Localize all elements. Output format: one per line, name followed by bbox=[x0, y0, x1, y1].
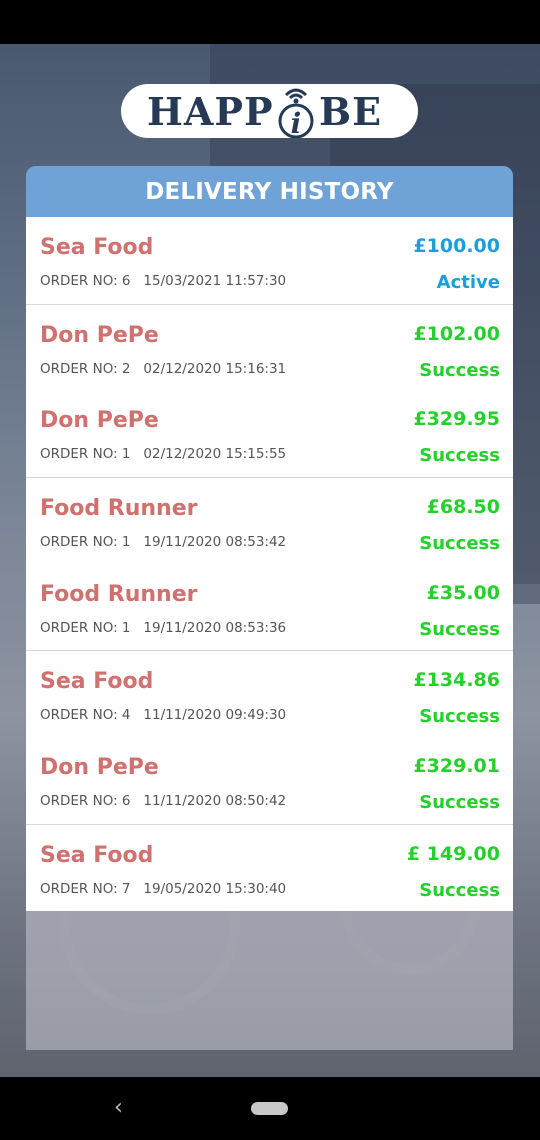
order-number: ORDER NO: 1 bbox=[40, 534, 131, 551]
order-amount: £329.01 bbox=[413, 755, 500, 778]
order-status: Success bbox=[419, 706, 500, 728]
order-amount: £100.00 bbox=[413, 235, 500, 257]
panel-header: DELIVERY HISTORY bbox=[26, 166, 513, 217]
order-amount: £329.95 bbox=[413, 408, 500, 431]
order-datetime: 02/12/2020 15:15:55 bbox=[143, 446, 287, 463]
order-amount: £ 149.00 bbox=[406, 842, 500, 865]
back-arrow-icon[interactable]: ‹ bbox=[114, 1095, 123, 1120]
order-status: Success bbox=[419, 618, 500, 640]
order-row[interactable]: Sea Food ORDER NO: 6 15/03/2021 11:57:30… bbox=[26, 217, 513, 304]
order-number: ORDER NO: 4 bbox=[40, 707, 131, 724]
order-meta: ORDER NO: 6 15/03/2021 11:57:30 bbox=[40, 273, 286, 289]
restaurant-name: Sea Food bbox=[40, 235, 154, 260]
order-meta: ORDER NO: 1 19/11/2020 08:53:42 bbox=[40, 534, 286, 550]
logo-i-wifi-icon: i bbox=[278, 88, 314, 138]
order-status: Success bbox=[419, 445, 500, 467]
order-meta: ORDER NO: 4 11/11/2020 09:49:30 bbox=[40, 707, 286, 723]
order-status: Success bbox=[419, 792, 500, 814]
order-list: Sea Food ORDER NO: 6 15/03/2021 11:57:30… bbox=[26, 217, 513, 911]
order-row[interactable]: Food Runner ORDER NO: 1 19/11/2020 08:53… bbox=[26, 477, 513, 564]
order-datetime: 15/03/2021 11:57:30 bbox=[143, 273, 287, 289]
order-datetime: 19/05/2020 15:30:40 bbox=[143, 880, 287, 897]
order-meta: ORDER NO: 1 02/12/2020 15:15:55 bbox=[40, 446, 286, 462]
order-number: ORDER NO: 1 bbox=[40, 446, 131, 463]
order-datetime: 19/11/2020 08:53:36 bbox=[143, 619, 287, 636]
order-number: ORDER NO: 6 bbox=[40, 793, 131, 810]
order-number: ORDER NO: 1 bbox=[40, 619, 131, 636]
order-status: Success bbox=[419, 879, 500, 901]
restaurant-name: Don PePe bbox=[40, 322, 159, 348]
order-status: Success bbox=[419, 533, 500, 555]
order-meta: ORDER NO: 2 02/12/2020 15:16:31 bbox=[40, 361, 286, 377]
logo-text-left: HAPP bbox=[147, 89, 274, 134]
order-number: ORDER NO: 6 bbox=[40, 273, 131, 289]
order-number: ORDER NO: 2 bbox=[40, 360, 131, 377]
restaurant-name: Sea Food bbox=[40, 842, 154, 868]
restaurant-name: Don PePe bbox=[40, 755, 159, 781]
order-amount: £68.50 bbox=[426, 496, 500, 519]
order-datetime: 11/11/2020 08:50:42 bbox=[143, 793, 287, 810]
delivery-history-panel: DELIVERY HISTORY Sea Food ORDER NO: 6 15… bbox=[26, 166, 513, 1050]
restaurant-name: Sea Food bbox=[40, 669, 154, 695]
order-datetime: 02/12/2020 15:16:31 bbox=[143, 360, 287, 377]
logo-text-right: BE bbox=[319, 89, 383, 134]
restaurant-name: Food Runner bbox=[40, 496, 198, 522]
order-row[interactable]: Sea Food ORDER NO: 7 19/05/2020 15:30:40… bbox=[26, 823, 513, 911]
svg-text:i: i bbox=[291, 107, 302, 138]
order-amount: £35.00 bbox=[426, 581, 500, 604]
order-meta: ORDER NO: 7 19/05/2020 15:30:40 bbox=[40, 881, 286, 897]
page-title: DELIVERY HISTORY bbox=[145, 178, 394, 205]
order-row[interactable]: Sea Food ORDER NO: 4 11/11/2020 09:49:30… bbox=[26, 650, 513, 737]
happibe-logo: HAPP i BE bbox=[121, 70, 418, 140]
order-status: Success bbox=[419, 359, 500, 381]
order-status: Active bbox=[436, 272, 500, 293]
order-datetime: 19/11/2020 08:53:42 bbox=[143, 534, 287, 551]
order-row[interactable]: Don PePe ORDER NO: 6 11/11/2020 08:50:42… bbox=[26, 737, 513, 824]
order-row[interactable]: Food Runner ORDER NO: 1 19/11/2020 08:53… bbox=[26, 564, 513, 651]
order-number: ORDER NO: 7 bbox=[40, 880, 131, 897]
order-meta: ORDER NO: 6 11/11/2020 08:50:42 bbox=[40, 793, 286, 809]
status-bar bbox=[0, 0, 540, 44]
order-row[interactable]: Don PePe ORDER NO: 1 02/12/2020 15:15:55… bbox=[26, 390, 513, 477]
system-nav-bar: ‹ bbox=[0, 1077, 540, 1140]
order-row[interactable]: Don PePe ORDER NO: 2 02/12/2020 15:16:31… bbox=[26, 303, 513, 391]
order-datetime: 11/11/2020 09:49:30 bbox=[143, 707, 287, 724]
order-amount: £134.86 bbox=[413, 669, 500, 692]
order-meta: ORDER NO: 1 19/11/2020 08:53:36 bbox=[40, 620, 286, 636]
order-amount: £102.00 bbox=[413, 322, 500, 345]
restaurant-name: Don PePe bbox=[40, 408, 159, 434]
home-pill-icon[interactable] bbox=[251, 1102, 288, 1115]
restaurant-name: Food Runner bbox=[40, 581, 198, 607]
